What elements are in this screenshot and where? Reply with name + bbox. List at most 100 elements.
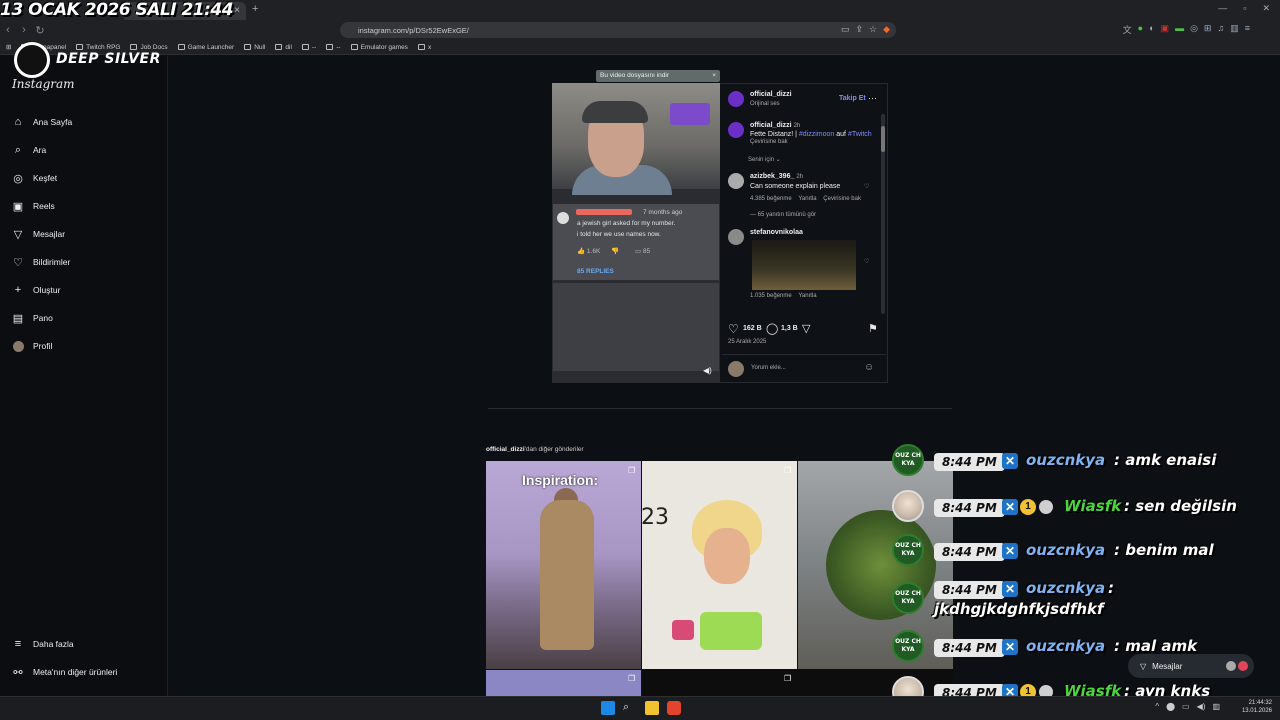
sidebar-item-meta[interactable]: ⚯ Meta'nın diğer ürünleri — [12, 666, 117, 679]
extension-icon[interactable]: 文 — [1123, 23, 1132, 36]
search-icon[interactable]: ⌕ — [623, 701, 637, 715]
battery-icon[interactable]: ▥ — [1212, 702, 1220, 711]
save-icon[interactable]: ⚑ — [868, 322, 878, 335]
new-tab-icon[interactable]: + — [252, 3, 258, 15]
chat-message: : sen değilsin — [1124, 497, 1237, 515]
minimize-icon[interactable]: — — [1218, 3, 1227, 14]
for-you-filter[interactable]: Senin için ⌄ — [748, 156, 781, 163]
extension-icon[interactable]: ▬ — [1175, 23, 1184, 36]
download-video-button[interactable]: Bu video dosyasını indir × — [596, 70, 720, 82]
comment-count[interactable]: 1,3 B — [781, 325, 798, 332]
bookmark-star-icon[interactable]: ☆ — [869, 24, 877, 35]
sidebar-item-home[interactable]: ⌂ Ana Sayfa — [12, 116, 73, 128]
likes-count: 👍 1.6K — [577, 248, 601, 255]
sidebar-item-reels[interactable]: ▣ Reels — [12, 200, 55, 213]
music-icon[interactable]: ♫ — [1217, 23, 1224, 36]
chat-message: : mal amk — [1114, 637, 1198, 655]
bookmark-item[interactable]: x — [417, 44, 431, 51]
comment-like-icon[interactable]: ♡ — [864, 258, 869, 265]
like-count[interactable]: 162 B — [743, 325, 762, 332]
view-replies-link[interactable]: — 65 yanıtın tümünü gör — [750, 212, 816, 218]
share-icon[interactable]: ▽ — [802, 322, 810, 335]
like-icon[interactable]: ♡ — [728, 322, 739, 336]
sidebar-item-profile[interactable]: Profil — [12, 340, 52, 352]
post-author-name[interactable]: official_dizzi — [750, 91, 792, 98]
install-icon[interactable]: ▭ — [841, 24, 850, 35]
post-thumbnail[interactable] — [486, 670, 641, 696]
reload-icon[interactable]: ↻ — [32, 24, 48, 37]
url-text: instagram.com/p/DSr52EwExGE/ — [358, 26, 469, 35]
bookmark-item[interactable]: -- — [301, 44, 316, 51]
emoji-icon[interactable]: ☺ — [864, 362, 874, 373]
more-posts-label: official_dizzi'dan diğer gönderiler — [486, 446, 584, 453]
close-window-icon[interactable]: ✕ — [1262, 3, 1270, 14]
instagram-logo[interactable]: Instagram — [12, 77, 75, 91]
caption-translate-link[interactable]: Çevirisine bak — [750, 139, 788, 145]
address-bar[interactable]: instagram.com/p/DSr52EwExGE/ ▭ ⇪ ☆ ◆ — [340, 22, 896, 38]
dashboard-icon: ▤ — [12, 312, 24, 325]
dislike-icon: 👎 — [611, 248, 620, 255]
taskbar-clock[interactable]: 21:44:32 13.01.2026 — [1242, 699, 1272, 715]
menu-icon[interactable]: ≡ — [1245, 23, 1250, 36]
apps-icon[interactable]: ⊞ — [6, 43, 11, 51]
comment-icon[interactable]: ◯ — [766, 322, 778, 335]
chevron-up-icon[interactable]: ^ — [1155, 702, 1159, 711]
bookmark-item[interactable]: -- — [326, 44, 341, 51]
forward-icon[interactable]: › — [16, 24, 32, 36]
more-options-icon[interactable]: ⋯ — [868, 93, 877, 104]
comment-avatar[interactable] — [728, 173, 744, 189]
sidebar-item-dashboard[interactable]: ▤ Pano — [12, 312, 53, 325]
sidebar-icon[interactable]: ▥ — [1230, 23, 1239, 36]
maximize-icon[interactable]: ▫ — [1243, 3, 1246, 14]
youtube-comment-card: 7 months ago a jewish girl asked for my … — [553, 204, 719, 280]
comment-image[interactable] — [752, 240, 856, 290]
comment-avatar[interactable] — [728, 229, 744, 245]
extension-icon[interactable]: ● — [1138, 23, 1143, 36]
plus-icon: + — [14, 284, 22, 296]
mute-icon[interactable]: ◀) — [703, 366, 712, 375]
bookmark-item[interactable]: Game Launcher — [177, 44, 234, 51]
bookmark-item[interactable]: Emulator games — [350, 44, 408, 51]
sidebar-item-more[interactable]: ≡ Daha fazla — [12, 638, 74, 650]
post-audio[interactable]: Orijinal ses — [750, 101, 780, 107]
comments-scrollbar[interactable] — [881, 114, 885, 314]
bookmark-item[interactable]: Null — [244, 44, 265, 51]
post-author-avatar[interactable] — [728, 91, 744, 107]
file-explorer-icon[interactable] — [645, 701, 659, 715]
windows-start-icon[interactable] — [601, 701, 615, 715]
multi-post-icon: ❐ — [628, 674, 636, 683]
sidebar-item-notifications[interactable]: ♡ Bildirimler — [12, 256, 70, 269]
share-icon[interactable]: ⇪ — [855, 24, 863, 35]
back-icon[interactable]: ‹ — [0, 24, 16, 36]
caption-avatar[interactable] — [728, 122, 744, 138]
brave-browser-icon[interactable] — [667, 701, 681, 715]
comment-like-icon[interactable]: ♡ — [864, 183, 869, 190]
post-thumbnail[interactable] — [642, 670, 797, 696]
sidebar-item-search[interactable]: ⌕ Ara — [12, 144, 46, 156]
close-tab-icon[interactable]: × — [234, 5, 240, 16]
brave-shield-icon[interactable]: ◆ — [883, 24, 890, 35]
deep-silver-logo-icon — [14, 42, 50, 78]
volume-icon[interactable]: ◀) — [1197, 702, 1206, 711]
sidebar-item-messages[interactable]: ▽ Mesajlar — [12, 228, 65, 241]
bookmark-item[interactable]: Job Docs — [130, 44, 168, 51]
bookmark-item[interactable]: dil — [275, 44, 292, 51]
extension-icon[interactable]: ◎ — [1190, 23, 1198, 36]
deep-silver-wordmark: DEEP SILVER — [56, 51, 161, 67]
compass-icon: ◎ — [13, 172, 23, 185]
jedi-figure — [540, 500, 594, 650]
sidebar-item-explore[interactable]: ◎ Keşfet — [12, 172, 57, 185]
extension-icon[interactable]: ⊞ — [1204, 23, 1212, 36]
bookmark-item[interactable]: Twitch RPG — [76, 44, 120, 51]
network-icon[interactable]: ▭ — [1182, 702, 1190, 711]
comment-input[interactable]: Yorum ekle... — [751, 365, 786, 371]
follow-button[interactable]: Takip Et — [839, 95, 866, 102]
post-thumbnail[interactable] — [798, 670, 953, 696]
close-icon[interactable]: × — [712, 72, 716, 79]
tray-app-icon[interactable]: ⬤ — [1166, 702, 1175, 711]
extension-icon[interactable]: ◐ — [1149, 23, 1154, 36]
messages-pill[interactable]: ▽ Mesajlar — [1128, 654, 1254, 678]
sidebar-item-create[interactable]: + Oluştur — [12, 284, 61, 296]
streamer-badge-icon: ✕ — [1002, 499, 1018, 515]
extension-icon[interactable]: ▣ — [1161, 23, 1170, 36]
